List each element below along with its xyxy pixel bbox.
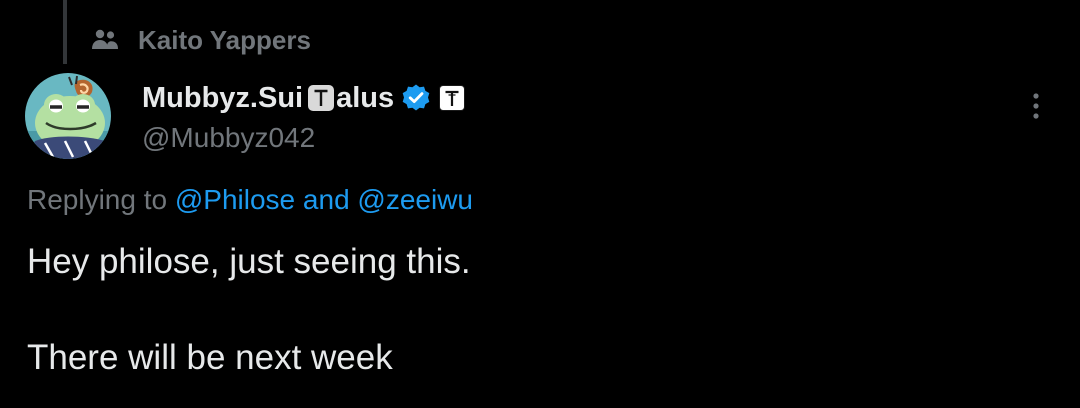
more-options-button[interactable] <box>1020 88 1052 128</box>
mention-connector[interactable]: and <box>303 184 350 215</box>
more-vertical-icon <box>1032 92 1040 125</box>
community-name[interactable]: Kaito Yappers <box>138 25 311 56</box>
mention-philose[interactable]: @Philose <box>175 184 295 215</box>
affiliate-badge-icon[interactable] <box>439 85 466 111</box>
display-name-suffix[interactable]: alus <box>336 82 394 115</box>
user-handle[interactable]: @Mubbyz042 <box>142 120 465 156</box>
replying-to-line: Replying to @Philose and @zeeiwu <box>27 184 473 216</box>
post-text-line-1: Hey philose, just seeing this. <box>27 242 471 281</box>
people-icon <box>90 25 120 55</box>
author-block: Mubbyz.Sui alus @Mubbyz042 <box>142 78 466 156</box>
community-context[interactable]: Kaito Yappers <box>90 22 311 58</box>
avatar[interactable] <box>25 73 111 159</box>
replying-to-prefix: Replying to <box>27 184 168 215</box>
thread-connector-line <box>63 0 67 64</box>
mention-zeeiwu[interactable]: @zeeiwu <box>357 184 473 215</box>
post-text-line-2: There will be next week <box>27 338 393 377</box>
name-letter-glyph <box>308 85 335 111</box>
author-name-row[interactable]: Mubbyz.Sui alus <box>142 78 466 118</box>
display-name[interactable]: Mubbyz.Sui <box>142 82 303 115</box>
verified-badge-icon[interactable] <box>401 83 431 113</box>
